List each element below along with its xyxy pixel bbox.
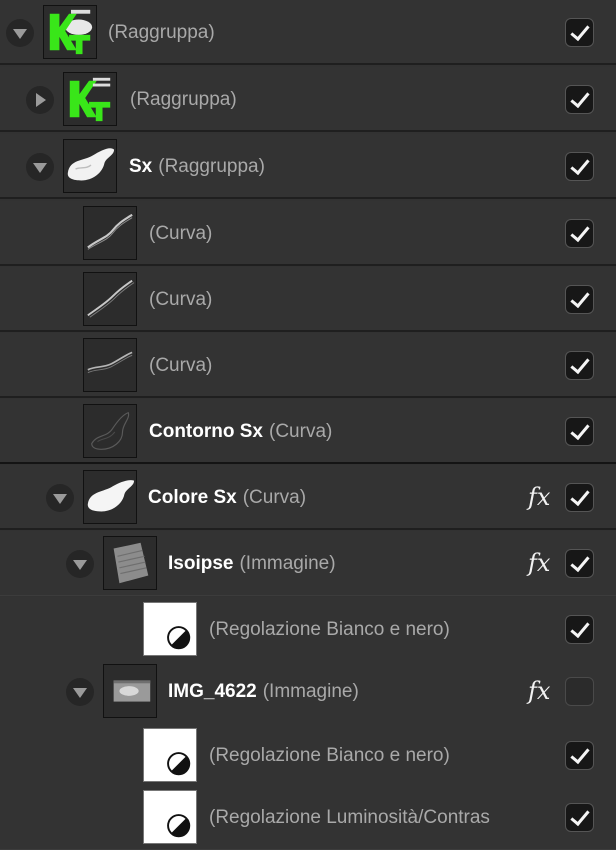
- layer-row[interactable]: (Regolazione Bianco e nero): [0, 723, 616, 788]
- layer-row[interactable]: (Curva): [0, 267, 616, 332]
- layer-name: Sx: [129, 156, 153, 177]
- layer-type: (Raggruppa): [130, 89, 237, 110]
- disclosure-triangle-expanded-icon[interactable]: [6, 19, 34, 47]
- visibility-checkbox[interactable]: [565, 417, 594, 446]
- layer-row[interactable]: Contorno Sx (Curva): [0, 399, 616, 464]
- layer-type: (Immagine): [262, 681, 359, 702]
- layer-label: (Curva): [149, 201, 529, 266]
- layer-type: (Curva): [269, 421, 333, 442]
- adjustment-icon: [144, 729, 196, 781]
- layer-thumbnail: [83, 470, 137, 524]
- layer-thumbnail: [103, 664, 157, 718]
- visibility-checkbox[interactable]: [565, 483, 594, 512]
- layer-label: (Raggruppa): [130, 67, 530, 132]
- outline-icon: [84, 405, 136, 457]
- layer-label: Isoipse (Immagine): [168, 531, 523, 596]
- layer-row[interactable]: (Curva): [0, 201, 616, 266]
- curve-stroke-icon: [84, 207, 136, 259]
- layer-label: (Raggruppa): [108, 0, 528, 65]
- layer-type: (Immagine): [239, 553, 336, 574]
- white-shape-icon: [64, 140, 116, 192]
- layer-thumbnail: [83, 338, 137, 392]
- visibility-checkbox[interactable]: [565, 741, 594, 770]
- layer-name: IMG_4622: [168, 681, 257, 702]
- curve-stroke-icon: [84, 339, 136, 391]
- visibility-checkbox[interactable]: [565, 285, 594, 314]
- visibility-checkbox[interactable]: [565, 351, 594, 380]
- layer-type: (Regolazione Bianco e nero): [209, 745, 450, 766]
- layer-row[interactable]: Sx (Raggruppa): [0, 134, 616, 199]
- visibility-checkbox[interactable]: [565, 152, 594, 181]
- layer-type: (Curva): [149, 223, 213, 244]
- layer-thumbnail: [63, 139, 117, 193]
- layer-type: (Regolazione Bianco e nero): [209, 619, 450, 640]
- adjustment-icon: [144, 791, 196, 843]
- white-shape-icon: [84, 471, 136, 523]
- layer-row[interactable]: Isoipse (Immagine) fx: [0, 531, 616, 596]
- layer-label: (Regolazione Luminosità/Contras: [209, 785, 525, 850]
- visibility-checkbox[interactable]: [565, 18, 594, 47]
- layer-row[interactable]: IMG_4622 (Immagine) fx: [0, 659, 616, 724]
- layer-type: (Raggruppa): [108, 22, 215, 43]
- layer-label: (Curva): [149, 333, 529, 398]
- layer-label: Contorno Sx (Curva): [149, 399, 529, 464]
- layer-name: Colore Sx: [148, 487, 237, 508]
- visibility-checkbox[interactable]: [565, 219, 594, 248]
- layer-type: (Curva): [149, 289, 213, 310]
- layer-name: Contorno Sx: [149, 421, 263, 442]
- layer-name: Isoipse: [168, 553, 234, 574]
- layer-thumbnail: [103, 536, 157, 590]
- layer-label: Colore Sx (Curva): [148, 465, 523, 530]
- layer-thumbnail: [143, 728, 197, 782]
- photo-icon: [104, 665, 156, 717]
- curve-stroke-icon: [84, 273, 136, 325]
- disclosure-triangle-expanded-icon[interactable]: [66, 678, 94, 706]
- krash-logo-icon: [44, 6, 96, 58]
- disclosure-triangle-expanded-icon[interactable]: [26, 153, 54, 181]
- contour-image-icon: [104, 537, 156, 589]
- layer-thumbnail: [63, 72, 117, 126]
- layer-row[interactable]: (Curva): [0, 333, 616, 398]
- layer-row[interactable]: Colore Sx (Curva) fx: [0, 465, 616, 530]
- visibility-checkbox[interactable]: [565, 549, 594, 578]
- layers-panel: (Raggruppa) (Raggruppa) Sx (Raggruppa) (…: [0, 0, 616, 850]
- layer-thumbnail: [43, 5, 97, 59]
- layer-label: IMG_4622 (Immagine): [168, 659, 523, 724]
- layer-type: (Curva): [242, 487, 307, 508]
- effects-fx-icon[interactable]: fx: [528, 465, 550, 530]
- disclosure-triangle-expanded-icon[interactable]: [66, 550, 94, 578]
- visibility-checkbox[interactable]: [565, 615, 594, 644]
- layer-row[interactable]: (Regolazione Bianco e nero): [0, 597, 616, 662]
- visibility-checkbox[interactable]: [565, 803, 594, 832]
- layer-row[interactable]: (Regolazione Luminosità/Contras: [0, 785, 616, 850]
- effects-fx-icon[interactable]: fx: [528, 659, 550, 724]
- layer-label: Sx (Raggruppa): [129, 134, 529, 199]
- layer-row[interactable]: (Raggruppa): [0, 0, 616, 65]
- layer-row[interactable]: (Raggruppa): [0, 67, 616, 132]
- disclosure-triangle-collapsed-icon[interactable]: [26, 86, 54, 114]
- krash-logo-icon: [64, 73, 116, 125]
- layer-label: (Curva): [149, 267, 529, 332]
- effects-fx-icon[interactable]: fx: [528, 531, 550, 596]
- layer-label: (Regolazione Bianco e nero): [209, 597, 529, 662]
- layer-thumbnail: [143, 602, 197, 656]
- layer-type: (Regolazione Luminosità/Contras: [209, 807, 490, 828]
- layer-thumbnail: [143, 790, 197, 844]
- adjustment-icon: [144, 603, 196, 655]
- layer-type: (Curva): [149, 355, 213, 376]
- layer-thumbnail: [83, 272, 137, 326]
- layer-type: (Raggruppa): [158, 156, 265, 177]
- layer-thumbnail: [83, 206, 137, 260]
- layer-label: (Regolazione Bianco e nero): [209, 723, 529, 788]
- disclosure-triangle-expanded-icon[interactable]: [46, 484, 74, 512]
- layer-thumbnail: [83, 404, 137, 458]
- visibility-checkbox[interactable]: [565, 85, 594, 114]
- visibility-checkbox[interactable]: [565, 677, 594, 706]
